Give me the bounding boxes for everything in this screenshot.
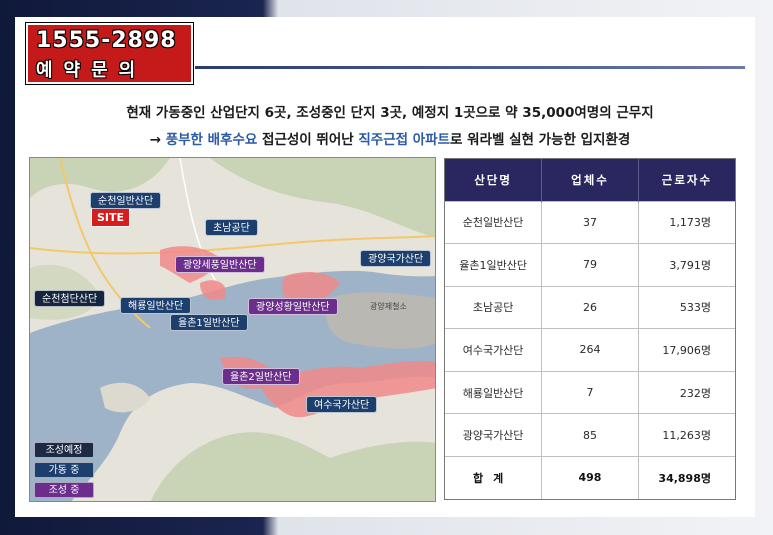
- cell-count: 79: [541, 243, 639, 287]
- table-row: 여수국가산단 264 17,906명: [445, 328, 735, 372]
- headline-line-1: 현재 가동중인 산업단지 6곳, 조성중인 단지 3곳, 예정지 1곳으로 약 …: [126, 105, 654, 121]
- cell-count: 85: [541, 413, 639, 457]
- total-label: 합계: [445, 455, 543, 499]
- header-complex-name: 산단명: [445, 159, 543, 201]
- arrow-prefix: →: [149, 132, 166, 148]
- cell-workers: 533명: [638, 285, 735, 329]
- legend-under-construction: 조성 중: [34, 482, 94, 498]
- industrial-complex-map: SITE 순천일반산단 초남공단 광양국가산단 광양세풍일반산단 순천첨단산단 …: [29, 157, 436, 502]
- headline-line-2: → 풍부한 배후수요 접근성이 뛰어난 직주근접 아파트로 워라벨 실현 가능한…: [30, 128, 750, 148]
- table-row: 광양국가산단 85 11,263명: [445, 413, 735, 457]
- map-label-gwangyang-sepung[interactable]: 광양세풍일반산단: [175, 256, 265, 273]
- header-rule: [195, 66, 745, 69]
- legend-planned: 조성예정: [34, 442, 94, 458]
- table-row: 해룡일반산단 7 232명: [445, 370, 735, 414]
- total-count: 498: [541, 455, 639, 499]
- cell-count: 26: [541, 285, 639, 329]
- cell-workers: 1,173명: [638, 200, 735, 244]
- table-header-row: 산단명 업체수 근로자수: [445, 159, 735, 201]
- reservation-banner[interactable]: 1555-2898 예약문의: [25, 22, 194, 85]
- cell-count: 7: [541, 370, 639, 414]
- table-row: 순천일반산단 37 1,173명: [445, 200, 735, 244]
- map-label-yulchon2[interactable]: 율촌2일반산단: [222, 368, 300, 385]
- cell-workers: 232명: [638, 370, 735, 414]
- cell-workers: 17,906명: [638, 328, 735, 372]
- cell-name: 여수국가산단: [445, 328, 543, 372]
- map-place-steelworks: 광양제철소: [370, 302, 407, 311]
- map-label-haeryong[interactable]: 해룡일반산단: [120, 297, 192, 314]
- map-legend: 조성예정 가동 중 조성 중: [34, 442, 94, 501]
- header-company-count: 업체수: [541, 159, 639, 201]
- headline-mid: 접근성이 뛰어난: [257, 132, 359, 148]
- cell-count: 37: [541, 200, 639, 244]
- cell-name: 광양국가산단: [445, 413, 543, 457]
- map-label-chonam[interactable]: 초남공단: [205, 219, 258, 236]
- table-row: 율촌1일반산단 79 3,791명: [445, 243, 735, 287]
- cell-name: 율촌1일반산단: [445, 243, 543, 287]
- cell-name: 초남공단: [445, 285, 543, 329]
- map-label-gwangyang-national[interactable]: 광양국가산단: [360, 250, 432, 267]
- table-row: 초남공단 26 533명: [445, 285, 735, 329]
- complex-stats-table: 산단명 업체수 근로자수 순천일반산단 37 1,173명 율촌1일반산단 79…: [444, 158, 736, 500]
- cell-name: 해룡일반산단: [445, 370, 543, 414]
- map-label-yeosu-national[interactable]: 여수국가산단: [306, 396, 378, 413]
- cell-workers: 3,791명: [638, 243, 735, 287]
- table-total-row: 합계 498 34,898명: [445, 455, 735, 499]
- total-workers: 34,898명: [638, 455, 735, 499]
- header-worker-count: 근로자수: [638, 159, 735, 201]
- cell-workers: 11,263명: [638, 413, 735, 457]
- map-label-suncheon-general[interactable]: 순천일반산단: [90, 192, 162, 209]
- cell-count: 264: [541, 328, 639, 372]
- legend-operating: 가동 중: [34, 462, 94, 478]
- stats-table: 산단명 업체수 근로자수 순천일반산단 37 1,173명 율촌1일반산단 79…: [445, 159, 735, 499]
- map-label-suncheon-cheomdan[interactable]: 순천첨단산단: [34, 290, 106, 307]
- reservation-caption: 예약문의: [36, 60, 147, 81]
- headline-accent-apartment: 직주근접 아파트: [358, 132, 451, 148]
- cell-name: 순천일반산단: [445, 200, 543, 244]
- phone-number: 1555-2898: [36, 28, 177, 53]
- headline-accent-demand: 풍부한 배후수요: [165, 132, 258, 148]
- site-marker[interactable]: SITE: [91, 208, 131, 227]
- map-label-gwangyang-seonghwang[interactable]: 광양성황일반산단: [248, 298, 338, 315]
- map-label-yulchon1[interactable]: 율촌1일반산단: [170, 314, 248, 331]
- headline-suffix: 로 워라벨 실현 가능한 입지환경: [450, 132, 631, 148]
